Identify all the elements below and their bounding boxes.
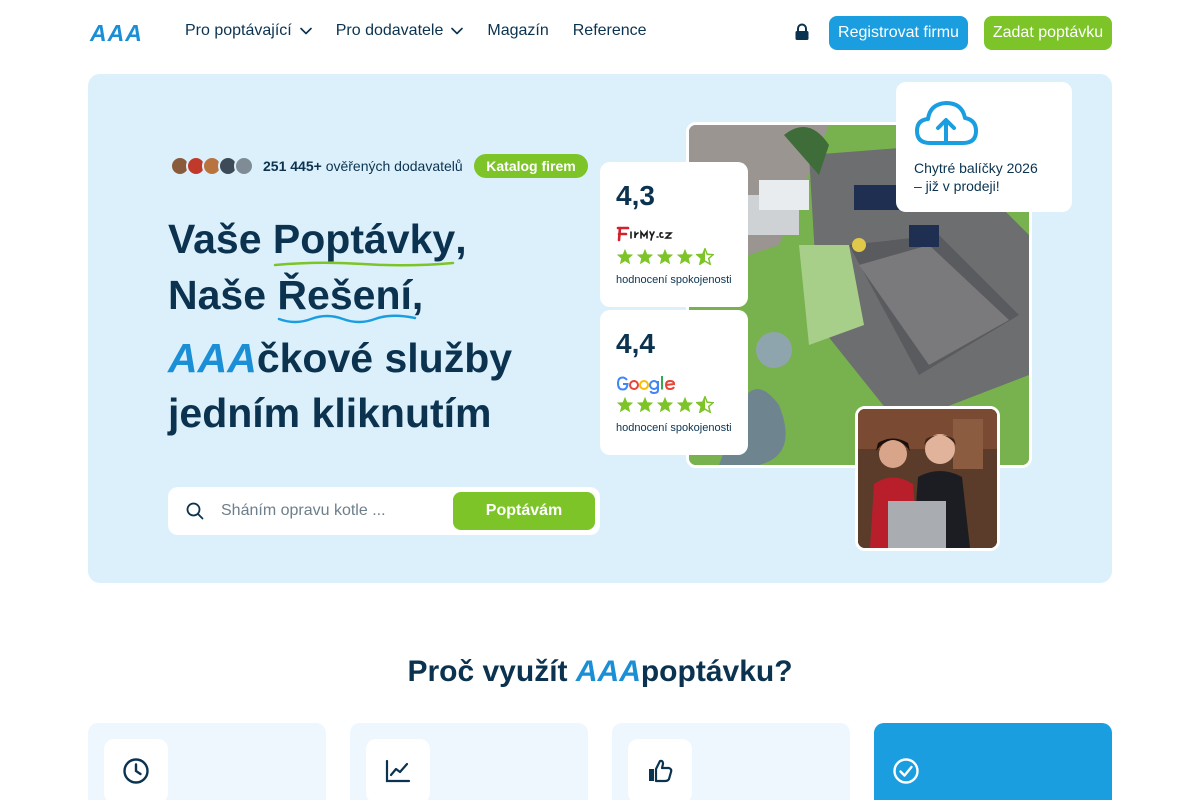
supplier-count-label: ověřených dodavatelů [325, 158, 463, 174]
promo-text: Chytré balíčky 2026 – již v prodeji! [914, 159, 1038, 195]
nav-item-pro-poptavajici[interactable]: Pro poptávající [185, 22, 312, 40]
main-nav: Pro poptávající Pro dodavatele Magazín R… [185, 22, 671, 40]
benefit-card-growth[interactable] [350, 723, 588, 800]
register-company-button[interactable]: Registrovat firmu [829, 16, 968, 50]
star-icon [656, 248, 674, 265]
submit-request-button[interactable]: Zadat poptávku [984, 16, 1112, 50]
benefit-card-quality[interactable] [612, 723, 850, 800]
headline-word: Řešení [277, 272, 412, 318]
headline-text: Vaše [168, 216, 273, 262]
team-photo-illustration [858, 409, 997, 548]
chevron-down-icon [451, 27, 464, 35]
star-icon [616, 396, 634, 413]
rating-stars [616, 248, 716, 265]
cloud-upload-icon [915, 101, 978, 145]
headline-word: Poptávky [272, 216, 456, 262]
thumbs-up-icon [649, 759, 673, 783]
headline-text: čkové služby [256, 335, 513, 381]
nav-label: Pro dodavatele [335, 22, 444, 39]
rating-score: 4,4 [616, 328, 655, 359]
catalog-button[interactable]: Katalog firem [474, 154, 588, 178]
nav-label: Reference [572, 22, 647, 39]
chevron-down-icon [299, 27, 312, 35]
supplier-count: 251 445+ [263, 158, 322, 174]
headline-text: , [455, 216, 467, 262]
headline-line-2: Naše Řešení, [168, 272, 424, 324]
title-text: poptávku? [640, 655, 793, 688]
nav-label: Magazín [487, 22, 549, 39]
headline-text: , [411, 272, 424, 318]
site-header: AAA Pro poptávající Pro dodavatele Magaz… [0, 0, 1200, 66]
benefit-card-verified[interactable] [874, 723, 1112, 800]
star-half-icon [696, 396, 714, 413]
firmy-cz-logo [616, 226, 673, 242]
rating-score: 4,3 [616, 180, 655, 211]
headline-underlined-word: Poptávky [272, 216, 456, 267]
search-input[interactable] [221, 497, 441, 525]
underline-wave-blue [278, 314, 417, 324]
card-icon-box [104, 739, 168, 800]
star-icon [676, 248, 694, 265]
nav-label: Pro poptávající [185, 22, 292, 39]
underline-swoosh-green [273, 261, 455, 267]
headline-line-4: jedním kliknutím [168, 390, 492, 436]
star-half-icon [696, 248, 714, 265]
nav-item-pro-dodavatele[interactable]: Pro dodavatele [336, 22, 464, 40]
promo-line-1: Chytré balíčky 2026 [914, 160, 1038, 176]
google-logo [616, 376, 676, 394]
supplier-avatars [170, 156, 254, 176]
star-icon [616, 248, 634, 265]
star-icon [636, 248, 654, 265]
aaa-logo[interactable]: AAA [90, 20, 143, 47]
card-icon-box [628, 739, 692, 800]
promo-line-2: – již v prodeji! [914, 178, 1000, 194]
nav-item-magazin[interactable]: Magazín [487, 22, 548, 40]
headline-line-1: Vaše Poptávky, [168, 216, 467, 267]
star-icon [676, 396, 694, 413]
lock-icon[interactable] [794, 23, 810, 41]
clock-icon [123, 758, 149, 784]
search-submit-button[interactable]: Poptávám [453, 492, 595, 530]
rating-card-google: 4,4 hodnocení spokojenosti [600, 310, 748, 455]
team-photo [855, 406, 1000, 551]
headline-line-3: AAAčkové služby [168, 335, 512, 382]
rating-stars [616, 396, 716, 413]
check-circle-icon [893, 758, 919, 784]
avatar [234, 156, 254, 176]
benefit-card-speed[interactable] [88, 723, 326, 800]
headline-text: Naše [168, 272, 278, 318]
supplier-count-text: 251 445+ ověřených dodavatelů [263, 158, 463, 174]
star-icon [636, 396, 654, 413]
title-brand: AAA [575, 655, 641, 688]
nav-item-reference[interactable]: Reference [573, 22, 647, 40]
rating-card-firmy: 4,3 hodnocení spokojenosti [600, 162, 748, 307]
rating-label: hodnocení spokojenosti [616, 422, 732, 434]
headline-brand: AAA [168, 335, 257, 381]
card-icon-box [366, 739, 430, 800]
title-text: Proč využít [407, 655, 576, 688]
rating-label: hodnocení spokojenosti [616, 274, 732, 286]
search-icon [186, 502, 204, 520]
section-title-why: Proč využít AAApoptávku? [0, 655, 1200, 689]
star-icon [656, 396, 674, 413]
headline-underlined-word: Řešení [277, 272, 417, 324]
line-chart-icon [385, 759, 411, 783]
card-icon-box [890, 739, 954, 800]
